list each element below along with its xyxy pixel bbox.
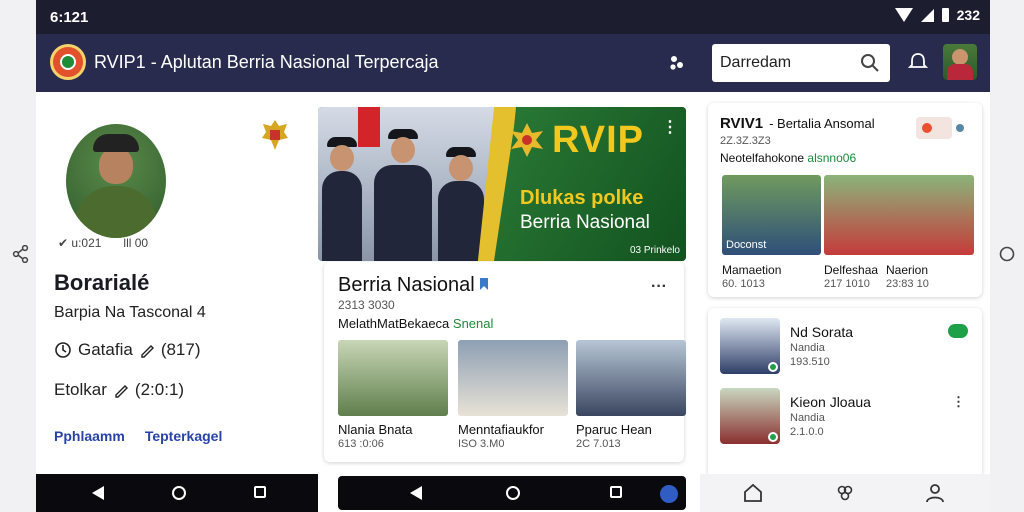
thumb-overlay-text: Doconst [726, 239, 767, 251]
battery-icon [941, 8, 949, 22]
profile-link-2[interactable]: Tepterkagel [145, 428, 223, 444]
hero-small-text: 03 Prinkelo [629, 245, 680, 256]
related-sub-2: 217 1010 [824, 278, 870, 290]
related-news-card[interactable]: RVIV1- Bertalia Ansomal 2Z.3Z.3Z3 Neotel… [708, 103, 982, 297]
related-thumb-2[interactable] [824, 175, 974, 255]
users-icon[interactable] [668, 54, 686, 72]
circle-icon[interactable] [998, 245, 1016, 263]
pencil-icon [141, 345, 154, 358]
recent-apps-icon[interactable] [254, 486, 266, 498]
related-label-2: Delfeshaa [824, 263, 879, 277]
system-nav-left [36, 474, 318, 512]
emblem-icon [262, 120, 288, 150]
status-bar: 6:121 232 [36, 0, 990, 34]
profile-links: Pphlaamm Tepterkagel [54, 428, 222, 444]
tag-icon [480, 278, 488, 290]
search-input[interactable] [720, 51, 850, 75]
related-subline: Neotelfahokone alsnno06 [720, 151, 857, 165]
app-title: RVIP1 - Aplutan Berria Nasional Terperca… [94, 52, 439, 72]
news-card-date: 2313 3030 [338, 298, 395, 312]
related-sub-3: 23:83 10 [886, 278, 929, 290]
more-options-icon[interactable]: ⋮ [952, 394, 965, 410]
hero-line-1: Dlukas polke [520, 187, 644, 209]
back-icon[interactable] [410, 486, 422, 500]
profile-photo [66, 124, 166, 238]
thumb-sub-3: 2C 7.013 [576, 438, 621, 450]
logo-icon[interactable] [50, 44, 86, 80]
profile-panel: ✔ u:021 lll 00 Borarialé Barpia Na Tasco… [36, 92, 318, 474]
photo-meta: ✔ u:021 lll 00 [58, 236, 149, 250]
assistant-icon[interactable] [660, 485, 678, 503]
thumb-caption-3: Pparuc Hean [576, 422, 652, 437]
brand-emblem-icon [511, 123, 543, 157]
toggle-badge[interactable] [948, 324, 968, 338]
app-frame: 6:121 232 RVIP1 - Aplutan Berria Nasiona… [36, 0, 990, 512]
hero-banner[interactable]: RVIP ⋮ Dlukas polke Berria Nasional 03 P… [318, 107, 686, 261]
online-icon [768, 362, 778, 372]
news-thumb-1[interactable] [338, 340, 448, 416]
pencil-icon [115, 385, 128, 398]
stat-row-2: Etolkar (2:0:1) [54, 380, 185, 399]
hero-photo [318, 107, 506, 261]
status-icons: 232 [894, 7, 980, 23]
profile-subtitle: Barpia Na Tasconal 4 [54, 304, 206, 321]
recent-apps-icon[interactable] [610, 486, 622, 498]
profile-name: Borarialé [54, 270, 150, 295]
stat-row-1: Gatafia (817) [54, 340, 201, 360]
status-pill [916, 117, 964, 139]
explore-tab-icon[interactable] [834, 482, 856, 504]
news-card[interactable]: Berria Nasional ··· 2313 3030 MelathMatB… [324, 262, 686, 462]
list-item[interactable]: Nd Sorata Nandia 193.510 [720, 318, 974, 380]
home-tab-icon[interactable] [742, 482, 764, 504]
list-item[interactable]: Kieon Jloaua Nandia 2.1.0.0 ⋮ [720, 388, 974, 450]
notification-icon[interactable] [908, 52, 928, 72]
app-header: RVIP1 - Aplutan Berria Nasional Terperca… [36, 34, 990, 92]
clock-icon [55, 342, 71, 358]
related-label-3: Naerion [886, 263, 929, 277]
online-icon [768, 432, 778, 442]
profile-tab-icon[interactable] [924, 482, 946, 504]
thumb-caption-2: Menntafiaukfor [458, 422, 544, 437]
related-title: RVIV1- Bertalia Ansomal [720, 115, 875, 132]
thumb-sub-2: ISO 3.M0 [458, 438, 505, 450]
profile-link-1[interactable]: Pphlaamm [54, 428, 125, 444]
home-icon[interactable] [506, 486, 520, 500]
hero-brand: RVIP [552, 119, 645, 161]
thumb-caption-1: Nlania Bnata [338, 422, 413, 437]
more-options-icon[interactable]: ··· [651, 278, 667, 296]
hero-line-2: Berria Nasional [520, 212, 650, 233]
search-icon[interactable] [860, 53, 880, 73]
wifi-icon [894, 8, 913, 22]
more-icon[interactable]: ⋮ [662, 117, 678, 137]
status-time: 6:121 [50, 9, 89, 26]
news-card-title: Berria Nasional [338, 274, 475, 296]
thumb-sub-1: 613 :0:06 [338, 438, 384, 450]
search-box[interactable] [712, 44, 890, 82]
app-tab-bar [700, 474, 990, 512]
status-right-text: 232 [956, 7, 980, 23]
news-thumb-2[interactable] [458, 340, 568, 416]
related-thumb-1[interactable]: Doconst [722, 175, 821, 255]
news-card-subline: MelathMatBekaeca Snenal [338, 316, 494, 331]
user-avatar[interactable] [943, 44, 977, 80]
related-sub-1: 60. 1013 [722, 278, 765, 290]
system-nav-middle [338, 476, 686, 510]
home-icon[interactable] [172, 486, 186, 500]
back-icon[interactable] [92, 486, 104, 500]
news-thumb-3[interactable] [576, 340, 686, 416]
signal-icon [920, 8, 934, 22]
related-label-1: Mamaetion [722, 263, 782, 277]
related-date: 2Z.3Z.3Z3 [720, 135, 771, 147]
share-icon[interactable] [12, 245, 30, 263]
people-list: Nd Sorata Nandia 193.510 Kieon Jloaua Na… [708, 308, 982, 478]
